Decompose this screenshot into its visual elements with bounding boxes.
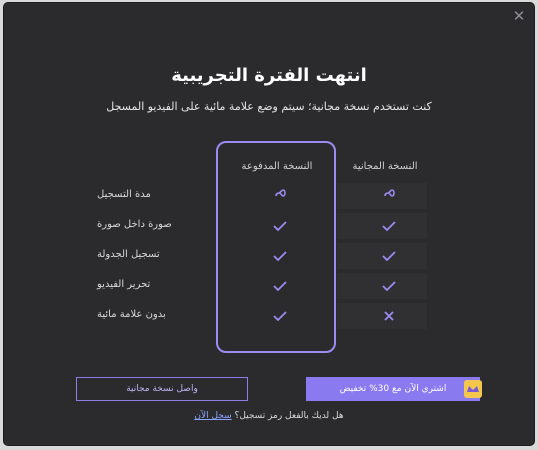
check-icon: [382, 221, 396, 232]
dialog-title: انتهت الفترة التجريبية: [171, 65, 367, 86]
feature-row: تسجيل الجدولة: [97, 243, 427, 269]
feature-label: صورة داخل صورة: [97, 219, 172, 230]
close-icon[interactable]: ✕: [512, 9, 526, 24]
feature-label: تحرير الفيديو: [97, 279, 151, 290]
feature-row: تحرير الفيديو: [97, 273, 427, 299]
free-column-header: النسخة المجانية: [352, 161, 418, 172]
cross-icon: [384, 311, 394, 321]
footer-question: هل لديك بالفعل رمز تسجيل؟: [234, 411, 344, 421]
crown-badge-icon: [464, 380, 482, 398]
feature-label: مدة التسجيل: [97, 189, 151, 200]
check-icon: [273, 251, 287, 262]
feature-row: مدة التسجيل: [97, 183, 427, 209]
trial-ended-dialog: ✕ انتهت الفترة التجريبية كنت تستخدم نسخة…: [4, 3, 534, 445]
continue-free-button[interactable]: واصل نسخة مجانية: [76, 377, 248, 401]
register-now-link[interactable]: سجل الآن: [194, 411, 231, 421]
footer: هل لديك بالفعل رمز تسجيل؟ سجل الآن: [4, 411, 534, 421]
check-icon: [273, 281, 287, 292]
buy-now-label: اشتري الآن مع 30% تخفيض: [339, 384, 447, 394]
feature-label: بدون علامة مائية: [97, 309, 166, 320]
check-icon: [382, 251, 396, 262]
dialog-subtitle: كنت تستخدم نسخة مجانية؛ سيتم وضع علامة م…: [106, 100, 432, 113]
check-icon: [273, 311, 287, 322]
feature-label: تسجيل الجدولة: [97, 249, 160, 260]
feature-row: بدون علامة مائية: [97, 303, 427, 329]
check-icon: [273, 221, 287, 232]
paid-column-header: النسخة المدفوعة: [241, 161, 313, 172]
infinity-icon: [275, 189, 286, 197]
check-icon: [382, 281, 396, 292]
buy-now-button[interactable]: اشتري الآن مع 30% تخفيض: [306, 377, 482, 401]
feature-row: صورة داخل صورة: [97, 213, 427, 239]
infinity-icon: [384, 189, 395, 197]
